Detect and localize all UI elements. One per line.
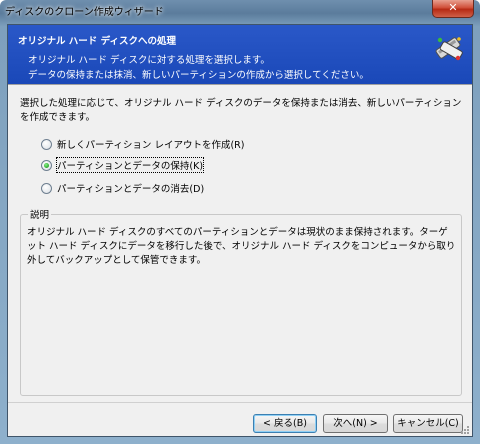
option-delete-partitions[interactable]: パーティションとデータの消去(D) (41, 180, 204, 196)
description-text: オリジナル ハード ディスクのすべてのパーティションとデータは現状のまま保持され… (27, 227, 456, 266)
next-button[interactable]: 次へ(N) > (323, 414, 388, 433)
close-button[interactable]: ✕ (432, 0, 474, 18)
radio-delete-partitions[interactable] (41, 182, 52, 194)
description-group: 説明 オリジナル ハード ディスクのすべてのパーティションとデータは現状のまま保… (20, 207, 462, 396)
disk-clone-icon (435, 37, 463, 61)
description-group-title: 説明 (28, 207, 52, 221)
back-button[interactable]: < 戻る(B) (253, 414, 317, 433)
intro-text: 選択した処理に応じて、オリジナル ハード ディスクのデータを保持または消去、新し… (20, 98, 462, 123)
option-label[interactable]: パーティションとデータの消去(D) (57, 181, 204, 195)
radio-keep-partitions[interactable] (41, 159, 52, 171)
header-description-line-2: データの保持または抹消、新しいパーティションの作成から選択してください。 (28, 70, 369, 81)
resize-grip-icon[interactable] (460, 425, 470, 435)
wizard-header: オリジナル ハード ディスクへの処理 オリジナル ハード ディスクに対する処理を… (8, 25, 472, 84)
cancel-button[interactable]: キャンセル(C) (393, 414, 463, 433)
window-title: ディスクのクローン作成ウィザード (5, 7, 164, 18)
radio-new-partition-layout[interactable] (41, 138, 52, 150)
header-title: オリジナル ハード ディスクへの処理 (18, 36, 176, 47)
option-new-partition-layout[interactable]: 新しくパーティション レイアウトを作成(R) (41, 136, 244, 152)
option-keep-partitions[interactable]: パーティションとデータの保持(K) (41, 157, 205, 173)
window-frame: ディスクのクローン作成ウィザード ✕ オリジナル ハード ディスクへの処理 オリ… (0, 0, 480, 444)
title-bar[interactable]: ディスクのクローン作成ウィザード ✕ (0, 0, 480, 21)
wizard-client-area: オリジナル ハード ディスクへの処理 オリジナル ハード ディスクに対する処理を… (7, 24, 473, 437)
option-label[interactable]: 新しくパーティション レイアウトを作成(R) (57, 137, 244, 151)
header-divider (8, 84, 472, 85)
button-bar-divider (8, 402, 472, 403)
option-label[interactable]: パーティションとデータの保持(K) (55, 157, 205, 173)
header-description-line-1: オリジナル ハード ディスクに対する処理を選択します。 (28, 55, 270, 66)
